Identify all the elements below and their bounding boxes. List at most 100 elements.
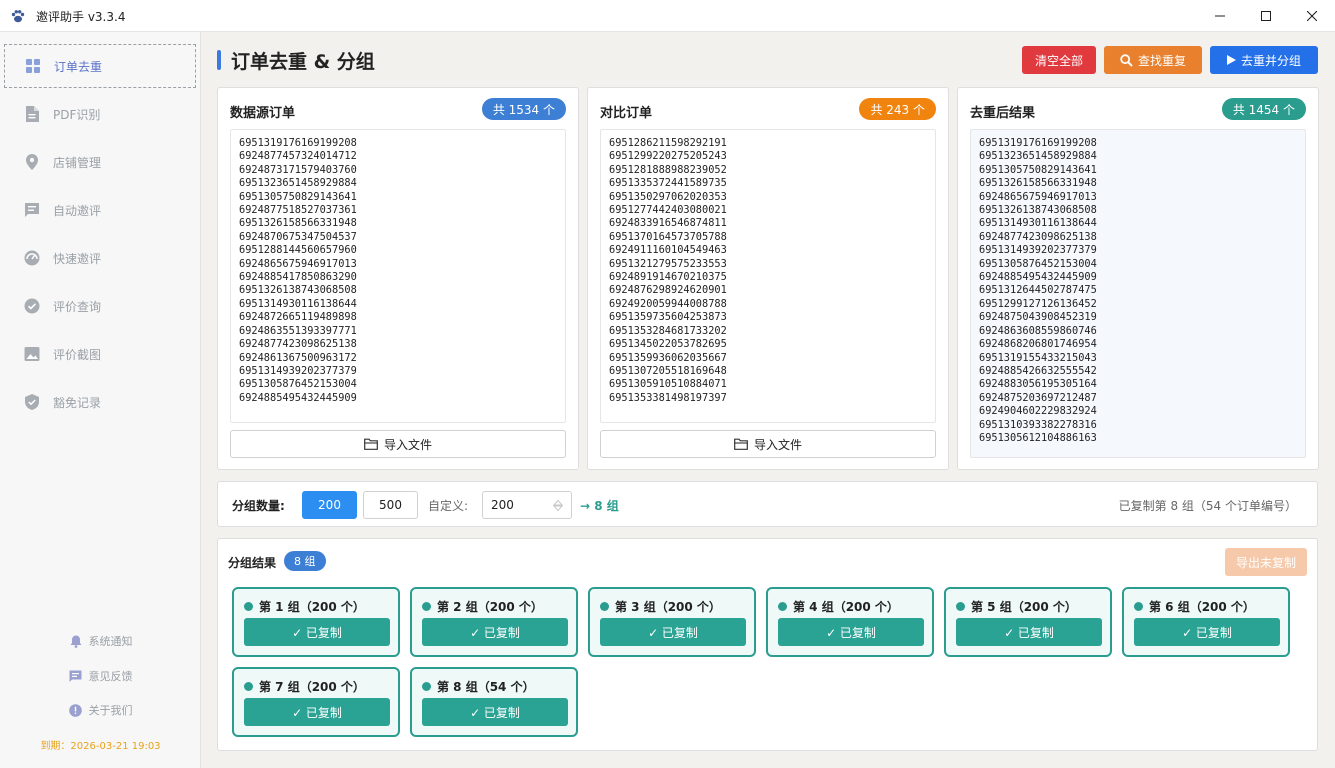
find-duplicates-label: 查找重复 (1137, 53, 1186, 68)
feedback-link[interactable]: 意见反馈 (0, 666, 201, 686)
group-card-header: 第 4 组（200 个） (778, 598, 899, 615)
spinner-icon[interactable] (552, 499, 564, 514)
group-name: 第 5 组（200 个） (971, 600, 1077, 614)
status-dot (244, 602, 253, 611)
clear-all-button[interactable]: 清空全部 (1022, 46, 1096, 74)
sidebar-item-label: 评价截图 (53, 347, 102, 362)
group-results-title: 分组结果 (228, 556, 277, 570)
dedupe-and-group-button[interactable]: 去重并分组 (1210, 46, 1318, 74)
group-name: 第 3 组（200 个） (615, 600, 721, 614)
page-title: 订单去重 & 分组 (217, 48, 375, 73)
sidebar-item-exempt-records[interactable]: 豁免记录 (4, 380, 196, 424)
close-button[interactable] (1289, 0, 1335, 32)
paw-icon (10, 8, 26, 24)
about-label: 关于我们 (88, 704, 133, 717)
copied-status-text: 已复制第 8 组（54 个订单编号） (1118, 499, 1297, 513)
dedupe-result-textarea[interactable]: 6951319176169199208 6951323651458929884 69… (970, 129, 1306, 458)
source-import-label: 导入文件 (383, 437, 432, 452)
group-copied-button[interactable]: ✓ 已复制 (778, 618, 924, 646)
order-number-line: 6924885495432445909 (239, 391, 357, 404)
find-duplicates-button[interactable]: 查找重复 (1104, 46, 1202, 74)
minimize-button[interactable] (1197, 0, 1243, 32)
order-number-line: 6951286211598292191 (609, 137, 727, 149)
order-number-line: 6951335372441589735 (609, 177, 727, 190)
system-notice-link[interactable]: 系统通知 (0, 631, 201, 651)
order-number-line: 6924885426632555542 (979, 364, 1097, 377)
source-count-badge: 共 1534 个 (481, 98, 566, 120)
group-copied-button[interactable]: ✓ 已复制 (956, 618, 1102, 646)
maximize-button[interactable] (1243, 0, 1289, 32)
order-number-line: 6951353381498197397 (609, 391, 727, 404)
compare-count-badge: 共 243 个 (859, 98, 936, 120)
folder-icon (364, 438, 378, 450)
group-card: 第 7 组（200 个） ✓ 已复制 (232, 667, 400, 737)
check-circle-icon (24, 298, 40, 314)
sidebar-item-pdf[interactable]: PDF识别 (4, 92, 196, 136)
result-count-badge: 共 1454 个 (1221, 98, 1306, 120)
export-uncopied-button[interactable]: 导出未复制 (1225, 548, 1307, 576)
order-number-line: 6951299127126136452 (979, 297, 1097, 310)
source-import-button[interactable]: 导入文件 (230, 430, 566, 458)
sidebar-item-auto-invite[interactable]: 自动邀评 (4, 188, 196, 232)
order-number-line: 6924876298924620901 (609, 284, 727, 297)
sidebar-item-label: 评价查询 (53, 299, 102, 314)
group-copied-button[interactable]: ✓ 已复制 (600, 618, 746, 646)
custom-size-input[interactable]: 200 (482, 491, 572, 519)
source-orders-title: 数据源订单 (230, 106, 296, 121)
group-copied-button[interactable]: ✓ 已复制 (1134, 618, 1280, 646)
group-card: 第 8 组（54 个） ✓ 已复制 (410, 667, 578, 737)
order-number-line: 6951370164573705788 (609, 230, 727, 243)
group-copied-button[interactable]: ✓ 已复制 (422, 618, 568, 646)
compare-import-button[interactable]: 导入文件 (600, 430, 936, 458)
order-number-line: 6951305750829143641 (239, 190, 357, 203)
message-icon (69, 669, 83, 683)
sidebar-item-review-query[interactable]: 评价查询 (4, 284, 196, 328)
order-number-line: 6924872665119489898 (239, 311, 357, 324)
order-number-line: 6951305910510884071 (609, 378, 727, 391)
feedback-label: 意见反馈 (88, 670, 133, 683)
group-card: 第 3 组（200 个） ✓ 已复制 (588, 587, 756, 657)
group-card: 第 2 组（200 个） ✓ 已复制 (410, 587, 578, 657)
order-number-line: 6951314930116138644 (979, 217, 1097, 230)
compare-orders-textarea[interactable]: 6951286211598292191 6951299220275205243 69… (600, 129, 936, 423)
about-link[interactable]: 关于我们 (0, 700, 201, 720)
sidebar-item-quick-invite[interactable]: 快速邀评 (4, 236, 196, 280)
order-number-line: 6951319155433215043 (979, 351, 1097, 364)
clear-all-label: 清空全部 (1034, 53, 1083, 68)
group-card-header: 第 2 组（200 个） (422, 598, 543, 615)
search-icon (1120, 53, 1133, 67)
sidebar-item-store[interactable]: 店铺管理 (4, 140, 196, 184)
group-name: 第 1 组（200 个） (259, 600, 365, 614)
group-copied-button[interactable]: ✓ 已复制 (244, 618, 390, 646)
image-icon (24, 346, 40, 362)
group-size-200-button[interactable]: 200 (302, 491, 357, 519)
sidebar-item-label: PDF识别 (53, 107, 101, 122)
order-number-line: 6951314930116138644 (239, 297, 357, 310)
group-copied-button[interactable]: ✓ 已复制 (422, 698, 568, 726)
group-card: 第 6 组（200 个） ✓ 已复制 (1122, 587, 1290, 657)
group-size-bar: 分组数量: 200 500 自定义: 200 → 8 组 已复制第 8 组（54… (217, 481, 1318, 527)
order-number-line: 6924875203697212487 (979, 391, 1097, 404)
system-notice-label: 系统通知 (88, 635, 133, 648)
sidebar-item-review-screenshot[interactable]: 评价截图 (4, 332, 196, 376)
group-size-500-button[interactable]: 500 (363, 491, 418, 519)
order-number-line: 6924863551393397771 (239, 324, 357, 337)
order-number-line: 6951277442403080021 (609, 204, 727, 217)
order-number-line: 6951305612104886163 (979, 431, 1097, 444)
order-number-line: 6924861367500963172 (239, 351, 357, 364)
sidebar-item-order-dedupe[interactable]: 订单去重 (4, 44, 196, 88)
group-copied-button[interactable]: ✓ 已复制 (244, 698, 390, 726)
order-number-line: 6951321279575233553 (609, 257, 727, 270)
group-card: 第 4 组（200 个） ✓ 已复制 (766, 587, 934, 657)
order-number-line: 6951305750829143641 (979, 163, 1097, 176)
source-orders-textarea[interactable]: 6951319176169199208 6924877457324014712 69… (230, 129, 566, 423)
play-icon (1226, 55, 1236, 65)
order-number-line: 6951326138743068508 (979, 204, 1097, 217)
order-number-line: 6951353284681733202 (609, 324, 727, 337)
title-accent-bar (217, 50, 221, 70)
sidebar-item-label: 自动邀评 (53, 203, 102, 218)
group-card-header: 第 7 组（200 个） (244, 678, 365, 695)
dedupe-result-panel: 去重后结果 共 1454 个 6951319176169199208 695132… (957, 87, 1319, 470)
order-number-line: 6951310393382278316 (979, 418, 1097, 431)
shield-check-icon (24, 394, 40, 410)
